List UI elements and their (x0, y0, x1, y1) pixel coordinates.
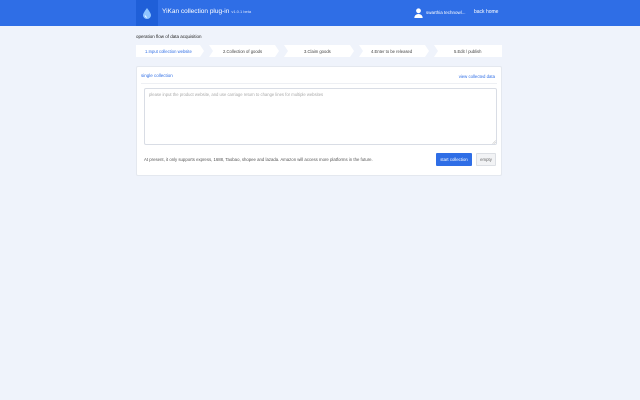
step-label: 2.Collection of goods (223, 48, 263, 54)
step-edit-publish[interactable]: 5.Edit / publish (434, 45, 502, 57)
step-input-website[interactable]: 1.Input collection website (136, 45, 204, 57)
supported-platforms-note: At present, it only supports express, 16… (144, 157, 373, 162)
step-label: 3.Claim goods (304, 48, 331, 54)
water-drop-icon (143, 7, 151, 19)
divider (141, 83, 497, 84)
step-claim-goods[interactable]: 3.Claim goods (284, 45, 354, 57)
step-label: 1.Input collection website (145, 48, 192, 54)
start-collection-button[interactable]: start collection (436, 153, 472, 166)
back-home-link[interactable]: back home (474, 9, 498, 15)
app-title: YiKan collection plug-in v1.0.1 beta (162, 8, 251, 15)
user-name[interactable]: swarthia technowl... (426, 10, 466, 15)
app-title-text: YiKan collection plug-in (162, 8, 230, 15)
step-label: 5.Edit / publish (454, 48, 482, 54)
user-icon[interactable] (414, 8, 423, 18)
step-collection-goods[interactable]: 2.Collection of goods (209, 45, 279, 57)
single-collection-title: single collection (141, 73, 173, 78)
step-label: 4.Enter to be released (371, 48, 413, 54)
app-logo[interactable] (136, 0, 158, 26)
step-enter-to-release[interactable]: 4.Enter to be released (359, 45, 429, 57)
view-collected-data-link[interactable]: view collected data (459, 74, 495, 79)
flow-title: operation flow of data acquisition (136, 34, 202, 39)
resize-grip-icon[interactable] (492, 140, 496, 144)
app-version: v1.0.1 beta (231, 9, 252, 14)
collection-card: single collection view collected data At… (136, 66, 502, 176)
website-input[interactable] (144, 88, 497, 145)
steps-bar: 1.Input collection website 2.Collection … (136, 45, 502, 57)
top-bar: YiKan collection plug-in v1.0.1 beta swar… (0, 0, 640, 26)
empty-button[interactable]: empty (476, 153, 496, 166)
